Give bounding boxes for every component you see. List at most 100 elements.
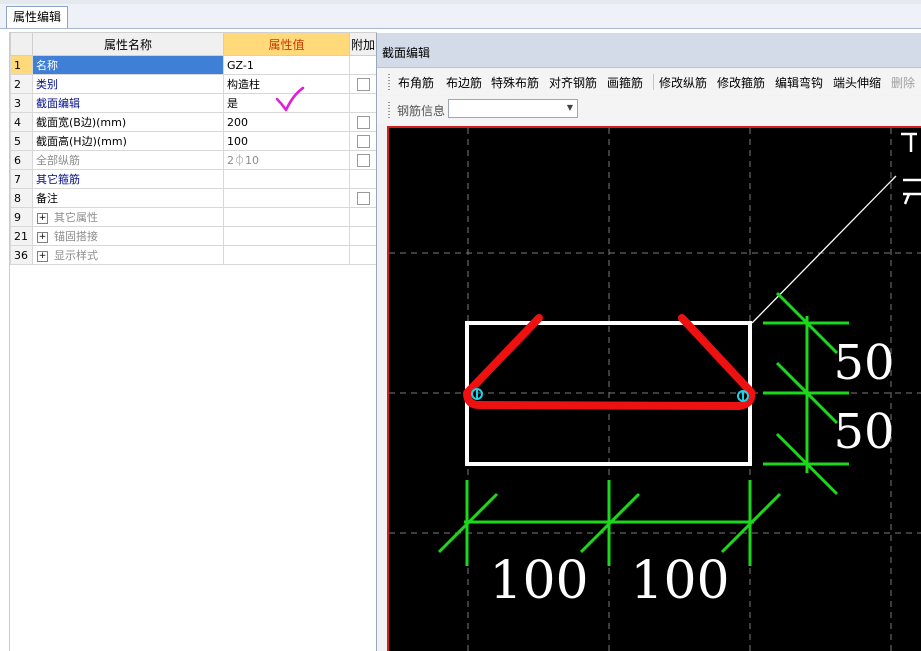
grid-row[interactable]: 36 + 显示样式 [10,245,377,265]
row-number: 8 [10,188,33,208]
toolbar-grip[interactable] [388,74,390,90]
section-editor-window: 截面编辑 布角筋 布边筋 特殊布筋 对齐钢筋 画箍筋 修改纵筋 修改箍筋 编辑弯钩 端头伸缩 删除… [376,33,921,651]
row-number: 9 [10,207,33,227]
property-name-cell[interactable]: 名称 [32,55,224,75]
section-editor-toolbar: 布角筋 布边筋 特殊布筋 对齐钢筋 画箍筋 修改纵筋 修改箍筋 编辑弯钩 端头伸缩 删除 [377,68,921,95]
extra-cell[interactable] [349,74,377,94]
property-value-cell[interactable]: GZ-1 [223,55,350,75]
property-value-cell[interactable] [223,169,350,189]
grid-row[interactable]: 6 全部纵筋 2⏀10 [10,150,377,170]
extra-cell[interactable] [349,131,377,151]
toolbar-button-8[interactable]: 编辑弯钩 [775,74,823,91]
extra-checkbox[interactable] [356,153,370,167]
section-drawing-canvas[interactable]: 100 100 50 50 [387,126,921,651]
grid-row[interactable]: 4 截面宽(B边)(mm) 200 [10,112,377,132]
expand-plus-icon[interactable]: + [37,231,48,243]
property-value-cell[interactable] [223,245,350,265]
row-number: 7 [10,169,33,189]
property-value-cell[interactable] [223,188,350,208]
tab-property-editor[interactable]: 属性编辑 [6,6,69,28]
row-number: 6 [10,150,33,170]
toolbar-separator [653,74,654,90]
grid-row[interactable]: 5 截面高(H边)(mm) 100 [10,131,377,151]
extra-checkbox[interactable] [356,134,370,148]
section-editor-titlebar[interactable]: 截面编辑 [377,33,921,68]
rebar-bar-grip[interactable] [388,102,390,118]
property-name-cell[interactable]: + 锚固搭接 [32,226,224,246]
check-mark-icon [275,86,305,112]
property-value-cell[interactable] [223,226,350,246]
dimension-labels: 100 100 50 50 [489,335,894,611]
row-number: 36 [10,245,33,265]
property-value-cell[interactable]: 100 [223,131,350,151]
dim-label-bottom-2: 100 [630,551,729,611]
property-name: 锚固搭接 [54,230,98,243]
row-number: 21 [10,226,33,246]
extra-cell [349,169,377,189]
property-name-cell[interactable]: 截面编辑 [32,93,224,113]
extra-cell [349,245,377,265]
extra-cell[interactable] [349,112,377,132]
property-name: 截面宽(B边)(mm) [36,116,127,129]
top-edge [0,0,921,4]
property-value-cell[interactable]: 2⏀10 [223,150,350,170]
grid-row[interactable]: 2 类别 构造柱 [10,74,377,94]
grid-row[interactable]: 21 + 锚固搭接 [10,226,377,246]
extra-checkbox[interactable] [356,191,370,205]
extra-checkbox[interactable] [356,77,370,91]
property-grid-panel: 属性名称 属性值 附加 1 名称 GZ-1 2 类别 构造柱 3 截面编辑是 4 截面宽(B边)(… [9,32,377,651]
row-number: 2 [10,74,33,94]
row-number: 3 [10,93,33,113]
extra-cell [349,226,377,246]
toolbar-button-4[interactable]: 对齐钢筋 [549,74,597,91]
cropped-label-glyph [901,132,921,205]
property-name-cell[interactable]: 截面宽(B边)(mm) [32,112,224,132]
property-name-cell[interactable]: 备注 [32,188,224,208]
rebar-nodes [471,388,749,402]
chevron-down-icon[interactable]: ▼ [567,103,573,112]
dim-label-right-2: 50 [833,404,894,460]
header-property-name[interactable]: 属性名称 [32,32,224,56]
grid-row[interactable]: 8 备注 [10,188,377,208]
rebar-info-label: 钢筋信息 [397,104,446,118]
property-name-cell[interactable]: + 其它属性 [32,207,224,227]
header-extra[interactable]: 附加 [349,32,377,56]
grid-header-row: 属性名称 属性值 附加 [10,32,377,56]
extra-cell[interactable] [349,188,377,208]
property-name: 显示样式 [54,249,98,262]
property-grid: 属性名称 属性值 附加 1 名称 GZ-1 2 类别 构造柱 3 截面编辑是 4 截面宽(B边)(… [10,32,377,265]
expand-plus-icon[interactable]: + [37,212,48,224]
toolbar-button-9[interactable]: 端头伸缩 [833,74,881,91]
property-value-cell[interactable] [223,207,350,227]
rebar-info-select[interactable]: ▼ [448,99,578,118]
grid-row[interactable]: 1 名称 GZ-1 [10,55,377,75]
property-name-cell[interactable]: 类别 [32,74,224,94]
property-name: 名称 [36,59,58,72]
toolbar-button-6[interactable]: 修改纵筋 [659,74,707,91]
section-drawing: 100 100 50 50 [389,128,921,651]
property-value-cell[interactable]: 200 [223,112,350,132]
expand-plus-icon[interactable]: + [37,250,48,262]
toolbar-button-1[interactable]: 布角筋 [398,74,434,91]
toolbar-button-7[interactable]: 修改箍筋 [717,74,765,91]
dim-label-right-1: 50 [833,335,894,391]
toolbar-button-5[interactable]: 画箍筋 [607,74,643,91]
toolbar-button-10[interactable]: 删除 [891,74,915,91]
grid-row[interactable]: 7 其它箍筋 [10,169,377,189]
toolbar-button-2[interactable]: 布边筋 [446,74,482,91]
section-editor-title: 截面编辑 [382,46,431,60]
header-property-value[interactable]: 属性值 [223,32,350,56]
dim-label-bottom-1: 100 [489,551,588,611]
grid-row[interactable]: 3 截面编辑是 [10,93,377,113]
grid-body: 1 名称 GZ-1 2 类别 构造柱 3 截面编辑是 4 截面宽(B边)(mm) 200 5 截面高(H… [10,55,377,265]
grid-row[interactable]: 9 + 其它属性 [10,207,377,227]
property-name-cell[interactable]: 其它箍筋 [32,169,224,189]
top-tab-strip: 属性编辑 [0,0,921,29]
row-number: 5 [10,131,33,151]
toolbar-button-3[interactable]: 特殊布筋 [491,74,539,91]
property-name-cell[interactable]: 全部纵筋 [32,150,224,170]
extra-checkbox[interactable] [356,115,370,129]
property-name-cell[interactable]: + 显示样式 [32,245,224,265]
property-name-cell[interactable]: 截面高(H边)(mm) [32,131,224,151]
extra-cell[interactable] [349,150,377,170]
